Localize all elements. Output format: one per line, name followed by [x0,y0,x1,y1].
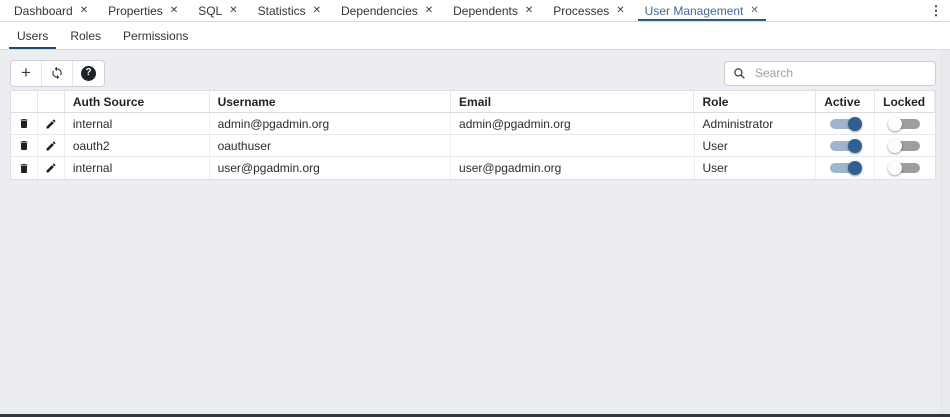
locked-toggle[interactable] [888,117,922,131]
document-tabbar: Dashboard ✕ Properties ✕ SQL ✕ Statistic… [0,0,950,22]
auth-source-cell: internal [65,157,210,179]
tab-label: Users [17,29,48,43]
close-icon[interactable]: ✕ [425,6,433,16]
tab-processes[interactable]: Processes ✕ [543,0,634,21]
email-cell: user@pgadmin.org [451,157,694,179]
trash-icon [18,162,30,175]
tab-label: Properties [108,4,163,18]
header-username: Username [210,91,451,112]
user-management-tabbar: Users Roles Permissions [0,22,950,50]
close-icon[interactable]: ✕ [229,6,237,16]
tab-label: Processes [553,4,609,18]
username-cell: user@pgadmin.org [210,157,451,179]
close-icon[interactable]: ✕ [616,6,624,16]
table-row: internal user@pgadmin.org user@pgadmin.o… [11,157,935,179]
tab-label: Statistics [258,4,306,18]
delete-user-button[interactable] [18,117,30,130]
tab-properties[interactable]: Properties ✕ [98,0,188,21]
role-cell: User [695,135,817,156]
refresh-button[interactable] [42,61,73,86]
add-user-button[interactable]: + [11,61,42,86]
locked-toggle[interactable] [888,139,922,153]
close-icon[interactable]: ✕ [313,6,321,16]
users-toolbar: + ? [10,60,936,86]
search-icon [733,67,746,80]
tab-dependencies[interactable]: Dependencies ✕ [331,0,443,21]
tab-label: Dependents [453,4,518,18]
close-icon[interactable]: ✕ [80,6,88,16]
table-header-row: Auth Source Username Email Role Active L… [11,91,935,113]
username-cell: admin@pgadmin.org [210,113,451,134]
table-row: oauth2 oauthuser User [11,135,935,157]
tab-label: Permissions [123,29,188,43]
edit-user-button[interactable] [45,140,57,152]
tab-permissions[interactable]: Permissions [112,22,199,49]
tab-label: User Management [645,4,744,18]
tab-roles[interactable]: Roles [59,22,112,49]
edit-user-button[interactable] [45,118,57,130]
active-toggle[interactable] [828,117,862,131]
edit-user-button[interactable] [45,162,57,174]
username-cell: oauthuser [210,135,451,156]
auth-source-cell: internal [65,113,210,134]
search-box [724,61,936,86]
table-row: internal admin@pgadmin.org admin@pgadmin… [11,113,935,135]
tab-users[interactable]: Users [6,22,59,49]
tab-dashboard[interactable]: Dashboard ✕ [4,0,98,21]
tab-user-management[interactable]: User Management ✕ [635,0,769,21]
header-auth-source: Auth Source [65,91,210,112]
header-edit [38,91,65,112]
tab-label: Roles [70,29,101,43]
refresh-icon [50,66,64,80]
role-cell: User [695,157,817,179]
pencil-icon [45,140,57,152]
trash-icon [18,117,30,130]
email-cell: admin@pgadmin.org [451,113,694,134]
users-table: Auth Source Username Email Role Active L… [10,90,936,180]
vertical-scrollbar[interactable] [941,51,950,414]
close-icon[interactable]: ✕ [750,6,758,16]
active-toggle[interactable] [828,161,862,175]
delete-user-button[interactable] [18,139,30,152]
tab-label: SQL [198,4,222,18]
kebab-menu-icon[interactable]: ⋮ [926,1,946,21]
tab-sql[interactable]: SQL ✕ [188,0,247,21]
help-button[interactable]: ? [73,61,104,86]
email-cell [451,135,694,156]
header-locked: Locked [875,91,935,112]
header-email: Email [451,91,694,112]
delete-user-button[interactable] [18,162,30,175]
tab-label: Dependencies [341,4,418,18]
plus-icon: + [21,64,31,81]
locked-toggle[interactable] [888,161,922,175]
tab-statistics[interactable]: Statistics ✕ [248,0,331,21]
close-icon[interactable]: ✕ [525,6,533,16]
active-toggle[interactable] [828,139,862,153]
toolbar-button-group: + ? [10,60,105,87]
help-icon: ? [81,66,96,81]
tab-dependents[interactable]: Dependents ✕ [443,0,543,21]
role-cell: Administrator [695,113,817,134]
header-active: Active [816,91,875,112]
header-delete [11,91,38,112]
pencil-icon [45,118,57,130]
close-icon[interactable]: ✕ [170,6,178,16]
header-role: Role [694,91,816,112]
tab-label: Dashboard [14,4,73,18]
pencil-icon [45,162,57,174]
search-input[interactable] [753,65,927,81]
auth-source-cell: oauth2 [65,135,210,156]
trash-icon [18,139,30,152]
